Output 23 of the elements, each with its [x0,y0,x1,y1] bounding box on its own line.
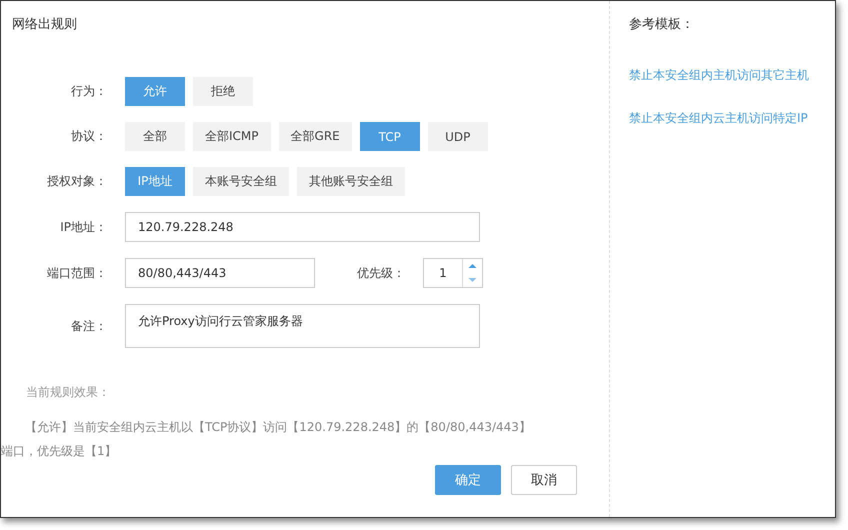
priority-spinner[interactable]: 1 [423,258,483,288]
option-button[interactable]: 其他账号安全组 [297,167,405,196]
option-button[interactable]: UDP [428,122,488,151]
field-label: 端口范围： [46,264,107,282]
field-label: 备注： [70,318,107,334]
dialog-title: 网络出规则 [12,16,78,33]
option-button[interactable]: 拒绝 [193,77,253,106]
field-label: 授权对象： [46,173,107,190]
ip-field[interactable]: 120.79.228.248 [125,212,480,242]
templates-title: 参考模板： [629,16,695,33]
option-button[interactable]: 本账号安全组 [193,167,289,196]
field-label: 协议： [70,128,107,145]
effect-text: 【允许】当前安全组内云主机以【TCP协议】访问【120.79.228.248】的【80/80,443/443】端口，优先级是【1】 [1,419,532,460]
remark-field[interactable]: 允许Proxy访问行云管家服务器 [125,304,480,348]
field-label: 行为： [70,83,107,100]
effect-label: 当前规则效果： [25,384,111,401]
option-button[interactable]: 全部 [125,122,185,151]
priority-label: 优先级： [357,264,405,282]
option-button[interactable]: 全部ICMP [193,122,271,151]
cancel-button[interactable]: 取消 [511,465,577,495]
field-label: IP地址： [59,218,107,236]
port-field[interactable]: 80/80,443/443 [125,258,315,288]
option-button[interactable]: 全部GRE [278,122,352,151]
